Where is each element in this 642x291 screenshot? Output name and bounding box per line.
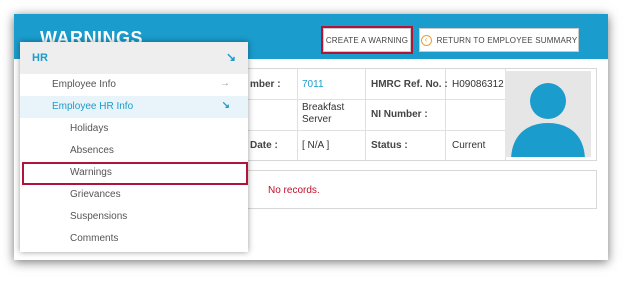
menu-header[interactable]: HR ↘: [20, 42, 248, 74]
menu-item-comments[interactable]: Comments: [20, 228, 248, 250]
menu-item-holidays[interactable]: Holidays: [20, 118, 248, 140]
arrow-left-circle-icon: ‹: [420, 34, 432, 46]
warnings-records-panel: No records.: [245, 170, 597, 209]
menu-item-label: Grievances: [70, 189, 121, 200]
menu-item-suspensions[interactable]: Suspensions: [20, 206, 248, 228]
divider: [365, 69, 366, 160]
menu-item-label: Employee HR Info: [52, 101, 134, 112]
ni-number-label: NI Number :: [371, 109, 428, 120]
return-button-label: RETURN TO EMPLOYEE SUMMARY: [436, 35, 578, 45]
avatar: [505, 71, 591, 157]
menu-item-employee-info[interactable]: Employee Info →: [20, 74, 248, 96]
menu-item-label: Employee Info: [52, 79, 116, 90]
menu-item-label: Holidays: [70, 123, 109, 134]
job-title-line2: Server: [302, 114, 332, 125]
warnings-item-highlight: [22, 162, 248, 185]
menu-item-label: Absences: [70, 145, 114, 156]
user-silhouette-icon: [511, 83, 585, 157]
create-button-highlight: [321, 26, 413, 54]
menu-title: HR: [32, 52, 48, 64]
hmrc-label: HMRC Ref. No. :: [371, 79, 448, 90]
job-title-line1: Breakfast: [302, 102, 345, 113]
divider: [246, 130, 505, 131]
date-value: [ N/A ]: [302, 140, 330, 151]
employee-number-value[interactable]: 7011: [302, 79, 324, 90]
menu-item-label: Comments: [70, 233, 119, 244]
hr-dropdown-menu: HR ↘ Employee Info → Employee HR Info ↘ …: [20, 42, 248, 252]
status-label: Status :: [371, 140, 408, 151]
divider: [297, 69, 298, 160]
menu-item-grievances[interactable]: Grievances: [20, 184, 248, 206]
menu-item-employee-hr-info[interactable]: Employee HR Info ↘: [20, 96, 248, 118]
return-to-summary-button[interactable]: ‹ RETURN TO EMPLOYEE SUMMARY: [419, 28, 579, 52]
employee-number-label: mber :: [250, 79, 281, 90]
hmrc-value: H09086312: [452, 79, 504, 90]
status-value: Current: [452, 140, 486, 151]
arrow-down-right-icon: ↘: [225, 50, 236, 64]
arrow-right-icon: →: [220, 78, 230, 89]
date-label: Date :: [250, 140, 278, 151]
arrow-down-right-icon: ↘: [221, 100, 230, 111]
menu-item-absences[interactable]: Absences: [20, 140, 248, 162]
no-records-message: No records.: [268, 185, 320, 196]
menu-item-label: Suspensions: [70, 211, 128, 222]
divider: [246, 99, 505, 100]
